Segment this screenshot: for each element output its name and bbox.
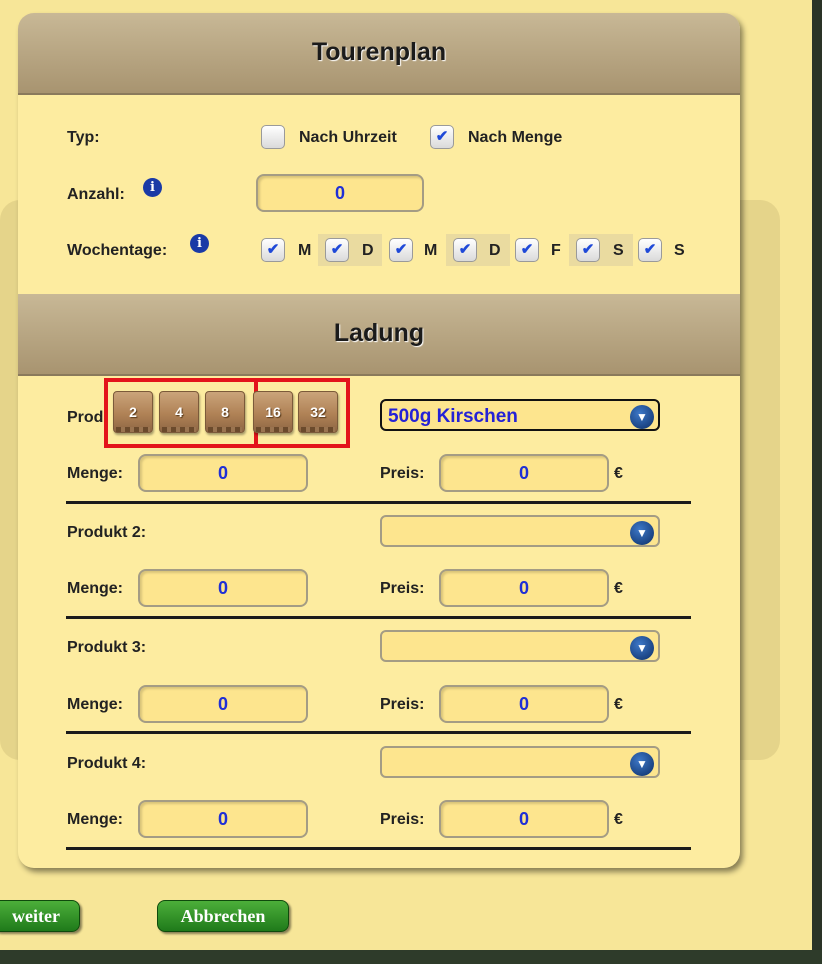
preset-value: 32 bbox=[310, 404, 326, 420]
typ-label: Typ: bbox=[67, 129, 100, 146]
euro-2: € bbox=[614, 580, 623, 597]
check-icon: ✔ bbox=[435, 128, 449, 145]
preis-1-input[interactable]: 0 bbox=[439, 454, 609, 492]
divider-1 bbox=[66, 501, 691, 504]
preis-3-input[interactable]: 0 bbox=[439, 685, 609, 723]
product-4-select[interactable]: ▼ bbox=[380, 746, 660, 778]
euro-1: € bbox=[614, 465, 623, 482]
chevron-down-icon: ▼ bbox=[630, 521, 654, 545]
day-checkbox-7[interactable]: ✔ bbox=[638, 238, 662, 262]
tourenplan-header: Tourenplan bbox=[18, 13, 740, 95]
tourenplan-title: Tourenplan bbox=[311, 38, 447, 66]
day-checkbox-2[interactable]: ✔ bbox=[325, 238, 349, 262]
menge-1-label: Menge: bbox=[67, 465, 123, 482]
day-letter-1: M bbox=[298, 242, 312, 259]
quantity-preset-4[interactable]: 4 bbox=[159, 391, 199, 433]
check-icon: ✔ bbox=[330, 241, 344, 258]
preis-3-label: Preis: bbox=[380, 696, 425, 713]
quantity-preset-16[interactable]: 16 bbox=[253, 391, 293, 433]
window-border bbox=[812, 0, 822, 964]
preis-2-label: Preis: bbox=[380, 580, 425, 597]
check-icon: ✔ bbox=[581, 241, 595, 258]
menge-3-label: Menge: bbox=[67, 696, 123, 713]
chevron-down-icon: ▼ bbox=[630, 405, 654, 429]
preset-value: 4 bbox=[175, 404, 183, 420]
check-icon: ✔ bbox=[266, 241, 280, 258]
preis-2-input[interactable]: 0 bbox=[439, 569, 609, 607]
preset-value: 8 bbox=[221, 404, 229, 420]
ladung-title: Ladung bbox=[333, 319, 425, 347]
day-letter-3: M bbox=[424, 242, 438, 259]
day-letter-6: S bbox=[613, 242, 624, 259]
product-3-select[interactable]: ▼ bbox=[380, 630, 660, 662]
ladung-header: Ladung bbox=[18, 294, 740, 376]
check-icon: ✔ bbox=[520, 241, 534, 258]
day-checkbox-6[interactable]: ✔ bbox=[576, 238, 600, 262]
divider-3 bbox=[66, 731, 691, 734]
chevron-down-icon: ▼ bbox=[630, 636, 654, 660]
product-1-selected: 500g Kirschen bbox=[388, 406, 518, 427]
day-checkbox-3[interactable]: ✔ bbox=[389, 238, 413, 262]
abbrechen-button[interactable]: Abbrechen bbox=[157, 900, 289, 932]
anzahl-label: Anzahl: bbox=[67, 186, 125, 203]
menge-4-input[interactable]: 0 bbox=[138, 800, 308, 838]
euro-4: € bbox=[614, 811, 623, 828]
bottom-strip bbox=[0, 950, 822, 964]
chevron-down-icon: ▼ bbox=[630, 752, 654, 776]
day-checkbox-5[interactable]: ✔ bbox=[515, 238, 539, 262]
check-icon: ✔ bbox=[458, 241, 472, 258]
product-2-select[interactable]: ▼ bbox=[380, 515, 660, 547]
day-letter-5: F bbox=[551, 242, 561, 259]
euro-3: € bbox=[614, 696, 623, 713]
nach-menge-checkbox[interactable]: ✔ bbox=[430, 125, 454, 149]
preis-4-input[interactable]: 0 bbox=[439, 800, 609, 838]
check-icon: ✔ bbox=[267, 128, 280, 145]
menge-2-input[interactable]: 0 bbox=[138, 569, 308, 607]
divider-4 bbox=[66, 847, 691, 850]
divider-2 bbox=[66, 616, 691, 619]
anzahl-info-icon[interactable]: i bbox=[143, 178, 162, 197]
menge-1-input[interactable]: 0 bbox=[138, 454, 308, 492]
anzahl-input[interactable]: 0 bbox=[256, 174, 424, 212]
wochentage-label: Wochentage: bbox=[67, 242, 168, 259]
preset-value: 16 bbox=[265, 404, 281, 420]
day-letter-2: D bbox=[362, 242, 374, 259]
preis-1-label: Preis: bbox=[380, 465, 425, 482]
quantity-preset-2[interactable]: 2 bbox=[113, 391, 153, 433]
day-checkbox-4[interactable]: ✔ bbox=[453, 238, 477, 262]
nach-uhrzeit-checkbox[interactable]: ✔ bbox=[261, 125, 285, 149]
product-1-label: Prod bbox=[67, 409, 104, 426]
product-2-label: Produkt 2: bbox=[67, 524, 147, 541]
quantity-preset-8[interactable]: 8 bbox=[205, 391, 245, 433]
weiter-button[interactable]: weiter bbox=[0, 900, 80, 932]
product-3-label: Produkt 3: bbox=[67, 639, 147, 656]
product-1-select[interactable]: 500g Kirschen ▼ bbox=[380, 399, 660, 431]
preis-4-label: Preis: bbox=[380, 811, 425, 828]
wochentage-info-icon[interactable]: i bbox=[190, 234, 209, 253]
day-letter-7: S bbox=[674, 242, 685, 259]
nach-menge-label: Nach Menge bbox=[468, 129, 563, 146]
day-letter-4: D bbox=[489, 242, 501, 259]
product-4-label: Produkt 4: bbox=[67, 755, 147, 772]
day-checkbox-1[interactable]: ✔ bbox=[261, 238, 285, 262]
check-icon: ✔ bbox=[643, 241, 657, 258]
preset-value: 2 bbox=[129, 404, 137, 420]
tourenplan-panel: Tourenplan Typ: ✔ Nach Uhrzeit ✔ Nach Me… bbox=[18, 13, 740, 868]
quantity-preset-32[interactable]: 32 bbox=[298, 391, 338, 433]
menge-2-label: Menge: bbox=[67, 580, 123, 597]
nach-uhrzeit-label: Nach Uhrzeit bbox=[299, 129, 397, 146]
check-icon: ✔ bbox=[394, 241, 408, 258]
menge-3-input[interactable]: 0 bbox=[138, 685, 308, 723]
menge-4-label: Menge: bbox=[67, 811, 123, 828]
